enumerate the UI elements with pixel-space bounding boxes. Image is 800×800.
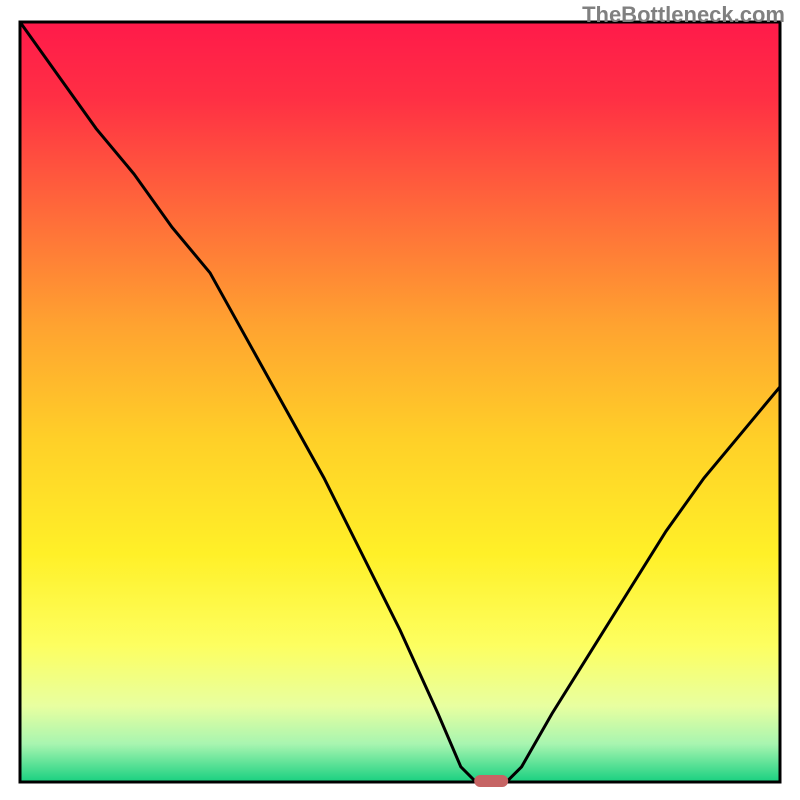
bottleneck-chart: TheBottleneck.com	[0, 0, 800, 800]
gradient-background	[20, 22, 780, 782]
optimal-marker	[474, 775, 508, 787]
watermark-text: TheBottleneck.com	[582, 2, 785, 28]
chart-svg	[0, 0, 800, 800]
